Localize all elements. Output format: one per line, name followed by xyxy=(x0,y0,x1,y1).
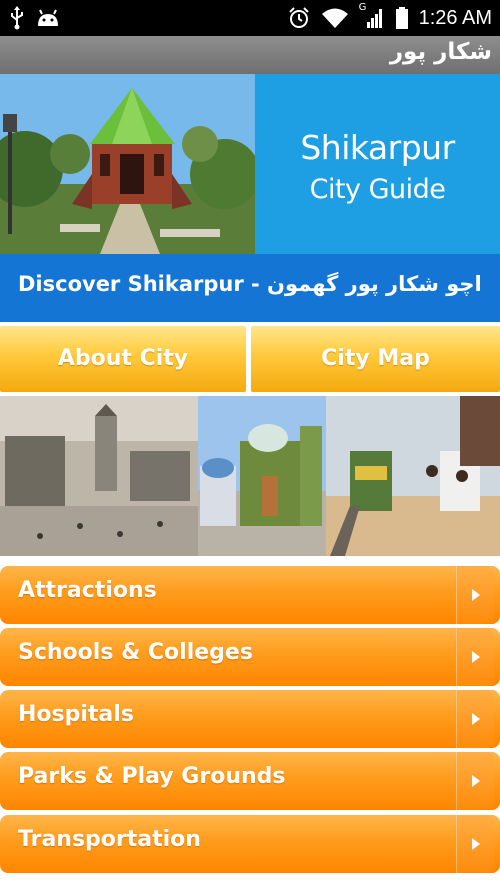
battery-icon xyxy=(395,7,408,29)
usb-icon xyxy=(11,6,23,30)
discover-bar: Discover Shikarpur - اچو شکار پور گھمون xyxy=(0,254,500,322)
button-row: About City City Map xyxy=(0,322,500,396)
about-city-button[interactable]: About City xyxy=(0,326,246,392)
menu-item-attractions[interactable]: Attractions xyxy=(0,566,500,624)
chevron-right-icon xyxy=(472,838,480,850)
menu-arrow-button[interactable] xyxy=(456,566,494,624)
android-icon xyxy=(38,9,58,26)
chevron-right-icon xyxy=(472,713,480,725)
banner: Shikarpur City Guide xyxy=(0,74,500,254)
menu-item-parks-play-grounds[interactable]: Parks & Play Grounds xyxy=(0,752,500,810)
menu-item-label: Schools & Colleges xyxy=(18,640,253,665)
chevron-right-icon xyxy=(472,775,480,787)
menu-item-label: Transportation xyxy=(18,827,201,852)
menu-item-label: Attractions xyxy=(18,578,157,603)
status-time: 1:26 AM xyxy=(418,7,492,29)
menu-arrow-button[interactable] xyxy=(456,628,494,686)
menu-item-hospitals[interactable]: Hospitals xyxy=(0,690,500,748)
wifi-icon xyxy=(321,8,348,28)
menu-item-schools-colleges[interactable]: Schools & Colleges xyxy=(0,628,500,686)
menu-item-transportation[interactable]: Transportation xyxy=(0,815,500,873)
alarm-icon xyxy=(288,7,309,28)
menu-arrow-button[interactable] xyxy=(456,815,494,873)
menu-arrow-button[interactable] xyxy=(456,752,494,810)
app-title: شکار پور xyxy=(389,39,492,65)
banner-title-panel: Shikarpur City Guide xyxy=(255,74,500,254)
city-photo-collage xyxy=(0,396,500,556)
signal-icon: G xyxy=(359,2,385,30)
city-map-button[interactable]: City Map xyxy=(251,326,500,392)
action-bar: شکار پور xyxy=(0,36,500,74)
menu-item-label: Parks & Play Grounds xyxy=(18,764,286,789)
banner-subtitle: City Guide xyxy=(309,174,446,205)
banner-city-name: Shikarpur xyxy=(300,128,455,167)
menu-arrow-button[interactable] xyxy=(456,690,494,748)
chevron-right-icon xyxy=(472,651,480,663)
banner-building-photo xyxy=(0,74,255,254)
chevron-right-icon xyxy=(472,589,480,601)
status-bar: G 1:26 AM xyxy=(0,0,500,36)
discover-text: Discover Shikarpur - اچو شکار پور گھمون xyxy=(18,272,482,296)
menu-item-label: Hospitals xyxy=(18,702,134,727)
